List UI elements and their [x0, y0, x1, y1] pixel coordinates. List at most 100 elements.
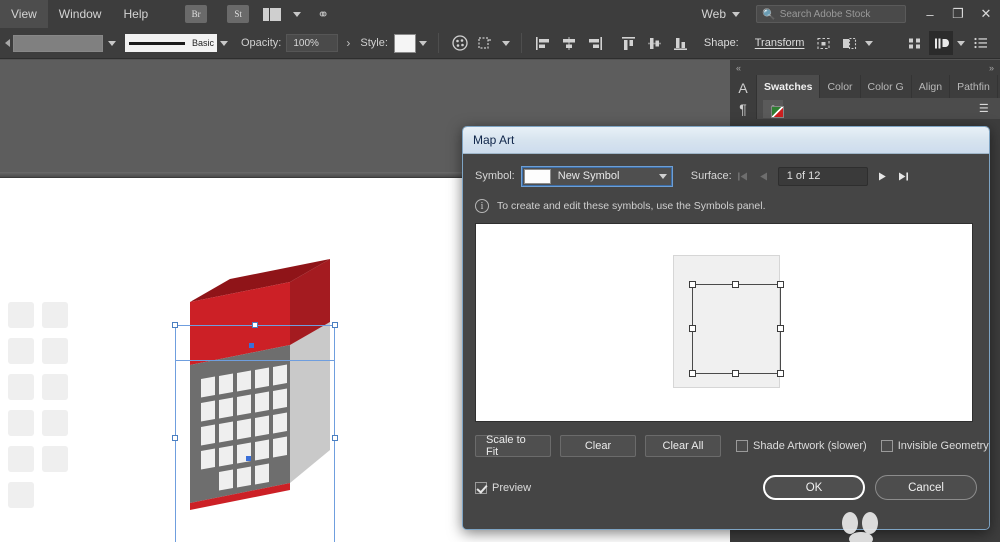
- selection-handle[interactable]: [172, 322, 178, 328]
- shade-artwork-checkbox[interactable]: Shade Artwork (slower): [736, 440, 867, 452]
- info-row: i To create and edit these symbols, use …: [475, 199, 977, 213]
- isolate-selected-icon[interactable]: [811, 31, 835, 55]
- info-text: To create and edit these symbols, use th…: [497, 200, 766, 212]
- search-icon: 🔍: [762, 8, 776, 21]
- ok-button[interactable]: OK: [763, 475, 865, 500]
- stroke-dropdown-icon[interactable]: [217, 34, 231, 52]
- opacity-more-icon[interactable]: ›: [346, 36, 350, 50]
- preview-handle[interactable]: [777, 281, 784, 288]
- menu-item-help[interactable]: Help: [112, 0, 159, 28]
- cancel-button[interactable]: Cancel: [875, 475, 977, 500]
- align-top-icon[interactable]: [617, 31, 641, 55]
- collapse-left-icon[interactable]: «: [736, 63, 741, 73]
- fill-dropdown-icon[interactable]: [105, 34, 119, 52]
- chevron-down-icon: [732, 11, 740, 17]
- transform-button[interactable]: Transform: [749, 34, 811, 52]
- select-similar-icon[interactable]: [903, 31, 927, 55]
- symbol-select[interactable]: New Symbol: [520, 165, 673, 187]
- tab-swatches[interactable]: Swatches: [757, 75, 821, 98]
- stroke-profile-field[interactable]: Basic: [125, 34, 217, 52]
- align-left-icon[interactable]: [531, 31, 555, 55]
- preview-handle[interactable]: [777, 370, 784, 377]
- toolbar-dropdown-icon[interactable]: [954, 34, 968, 52]
- tab-pathfinder[interactable]: Pathfin: [950, 75, 998, 98]
- shape-label: Shape:: [703, 37, 739, 49]
- align-bottom-icon[interactable]: [669, 31, 693, 55]
- tab-color-guide[interactable]: Color G: [860, 75, 912, 98]
- swatch-none-icon[interactable]: ?: [763, 99, 784, 118]
- next-surface-button[interactable]: [874, 166, 891, 186]
- bridge-icon[interactable]: Br: [185, 5, 208, 23]
- first-surface-button[interactable]: [734, 166, 751, 186]
- last-surface-button[interactable]: [895, 166, 912, 186]
- workspace-switcher[interactable]: Web: [694, 4, 748, 24]
- clear-all-button[interactable]: Clear All: [645, 435, 721, 457]
- style-label: Style:: [360, 37, 388, 49]
- graphic-style-swatch[interactable]: [393, 33, 416, 53]
- stock-icon[interactable]: St: [227, 5, 250, 23]
- dock-row: A ¶ Swatches Color Color G Align Pathfin…: [730, 75, 1000, 119]
- adobe-stock-icon[interactable]: ⚭: [313, 5, 333, 23]
- type-tool-icon[interactable]: A: [730, 78, 756, 99]
- select-dropdown-icon[interactable]: [862, 34, 876, 52]
- preview-handle[interactable]: [777, 325, 784, 332]
- map-art-preview[interactable]: [475, 223, 973, 422]
- preview-handle[interactable]: [732, 370, 739, 377]
- paragraph-icon[interactable]: ¶: [730, 99, 756, 120]
- map-art-dialog[interactable]: Map Art Symbol: New Symbol Surface: 1 of…: [462, 126, 990, 530]
- list-view-icon[interactable]: ☰: [976, 102, 992, 116]
- select-behind-icon[interactable]: [837, 31, 861, 55]
- dialog-title-bar[interactable]: Map Art: [463, 127, 989, 154]
- preview-handle[interactable]: [689, 370, 696, 377]
- preview-checkbox[interactable]: Preview: [475, 481, 531, 494]
- dock-collapse-bar[interactable]: « »: [730, 60, 1000, 75]
- align-middle-vertical-icon[interactable]: [643, 31, 667, 55]
- preview-handle[interactable]: [689, 281, 696, 288]
- previous-surface-button[interactable]: [755, 166, 772, 186]
- preview-handle[interactable]: [689, 325, 696, 332]
- align-right-icon[interactable]: [583, 31, 607, 55]
- mask-icon[interactable]: [474, 31, 498, 55]
- menu-item-window[interactable]: Window: [48, 0, 113, 28]
- scale-to-fit-button[interactable]: Scale to Fit: [475, 434, 551, 458]
- chevron-down-icon[interactable]: [293, 11, 302, 17]
- minimize-button[interactable]: –: [916, 0, 944, 28]
- collapse-right-icon[interactable]: »: [989, 63, 994, 73]
- mapped-art-bounds[interactable]: [692, 284, 781, 374]
- background-artwork-ghost: [8, 302, 68, 508]
- control-bar-overflow-icon[interactable]: [5, 39, 10, 47]
- menu-bar-right: Web 🔍 Search Adobe Stock – ❐ ✕: [694, 0, 1000, 28]
- selection-handle[interactable]: [332, 435, 338, 441]
- align-center-horizontal-icon[interactable]: [557, 31, 581, 55]
- selection-handle[interactable]: [252, 322, 258, 328]
- edit-toolbar-icon[interactable]: [929, 31, 953, 55]
- registration-swatch-icon[interactable]: [771, 105, 784, 118]
- selection-handle[interactable]: [172, 435, 178, 441]
- search-adobe-stock-input[interactable]: 🔍 Search Adobe Stock: [756, 5, 906, 23]
- symbol-label: Symbol:: [475, 170, 515, 182]
- opacity-input[interactable]: 100%: [286, 34, 339, 52]
- panel-options-icon[interactable]: [969, 31, 993, 55]
- center-anchor-point: [249, 343, 254, 348]
- tab-align[interactable]: Align: [911, 75, 951, 98]
- preview-handle[interactable]: [732, 281, 739, 288]
- swatches-panel-body[interactable]: ? ☰ ▦: [757, 98, 1000, 119]
- mask-dropdown-icon[interactable]: [499, 34, 513, 52]
- recolor-artwork-icon[interactable]: [448, 31, 472, 55]
- clear-all-label: Clear All: [662, 440, 704, 452]
- surface-counter[interactable]: 1 of 12: [777, 166, 868, 186]
- tab-color[interactable]: Color: [820, 75, 861, 98]
- fill-color-swatch[interactable]: [13, 34, 103, 52]
- restore-button[interactable]: ❐: [944, 0, 972, 28]
- selection-bounding-box[interactable]: [175, 325, 335, 542]
- menu-item-view[interactable]: View: [0, 0, 48, 28]
- style-dropdown-icon[interactable]: [416, 34, 430, 52]
- invisible-geometry-checkbox[interactable]: Invisible Geometry: [880, 440, 989, 452]
- selection-handle[interactable]: [332, 322, 338, 328]
- surface-label: Surface:: [690, 170, 732, 182]
- arrange-documents-icon[interactable]: [263, 6, 287, 22]
- clear-button[interactable]: Clear: [560, 435, 636, 457]
- clear-label: Clear: [584, 440, 612, 452]
- close-button[interactable]: ✕: [972, 0, 1000, 28]
- checkbox-box: [475, 481, 487, 494]
